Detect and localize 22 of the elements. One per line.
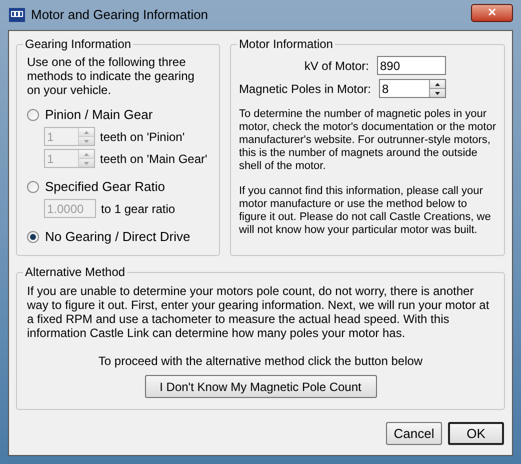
radio-label[interactable]: Specified Gear Ratio bbox=[45, 180, 165, 194]
motor-paragraph: If you cannot find this information, please call your motor manufacture or use the method below to figure it out. Please do not call Castle Creations, we will not know how your particular motor was built. bbox=[238, 185, 492, 237]
text-field[interactable]: 890 bbox=[377, 56, 446, 75]
alternative-description: If you are unable to determine your motors pole count, do not worry, there is another way to figure it out. First, enter your gearing information. Next, we will run your motor at a fixed RPM and use a tachometer to measure the actual head speed. With this information Castle Link can determine how many poles your motor has. bbox=[27, 284, 490, 340]
group-title: Gearing Information bbox=[23, 37, 134, 51]
field-label: to 1 gear ratio bbox=[101, 202, 176, 216]
window-title: Motor and Gearing Information bbox=[31, 8, 208, 22]
spinner-field[interactable]: 8 bbox=[379, 79, 446, 98]
field-label: Magnetic Poles in Motor: bbox=[238, 82, 371, 96]
radio-label[interactable]: No Gearing / Direct Drive bbox=[45, 230, 190, 244]
group-title: Motor Information bbox=[236, 37, 335, 51]
radio-label[interactable]: Pinion / Main Gear bbox=[45, 108, 153, 122]
gearing-instructions: Use one of the following three methods to indicate the gearing on your vehicle. bbox=[27, 55, 196, 97]
field-label: kV of Motor: bbox=[304, 58, 369, 72]
group-title: Alternative Method bbox=[23, 265, 128, 279]
alternative-prompt: To proceed with the alternative method click the button below bbox=[97, 354, 424, 368]
ok-button[interactable]: OK bbox=[448, 422, 504, 445]
field-label: teeth on 'Main Gear' bbox=[100, 152, 208, 166]
motor-paragraph: To determine the number of magnetic poles in your motor, check the motor's documentation or the motor manufacturer's website. For outrunner-style motors, this is the number of magnets around the outside shell of the motor. bbox=[238, 108, 496, 173]
unknown-pole-count-button[interactable]: I Don't Know My Magnetic Pole Count bbox=[144, 375, 376, 398]
cancel-button[interactable]: Cancel bbox=[386, 422, 442, 445]
field-label: teeth on 'Pinion' bbox=[100, 130, 185, 144]
